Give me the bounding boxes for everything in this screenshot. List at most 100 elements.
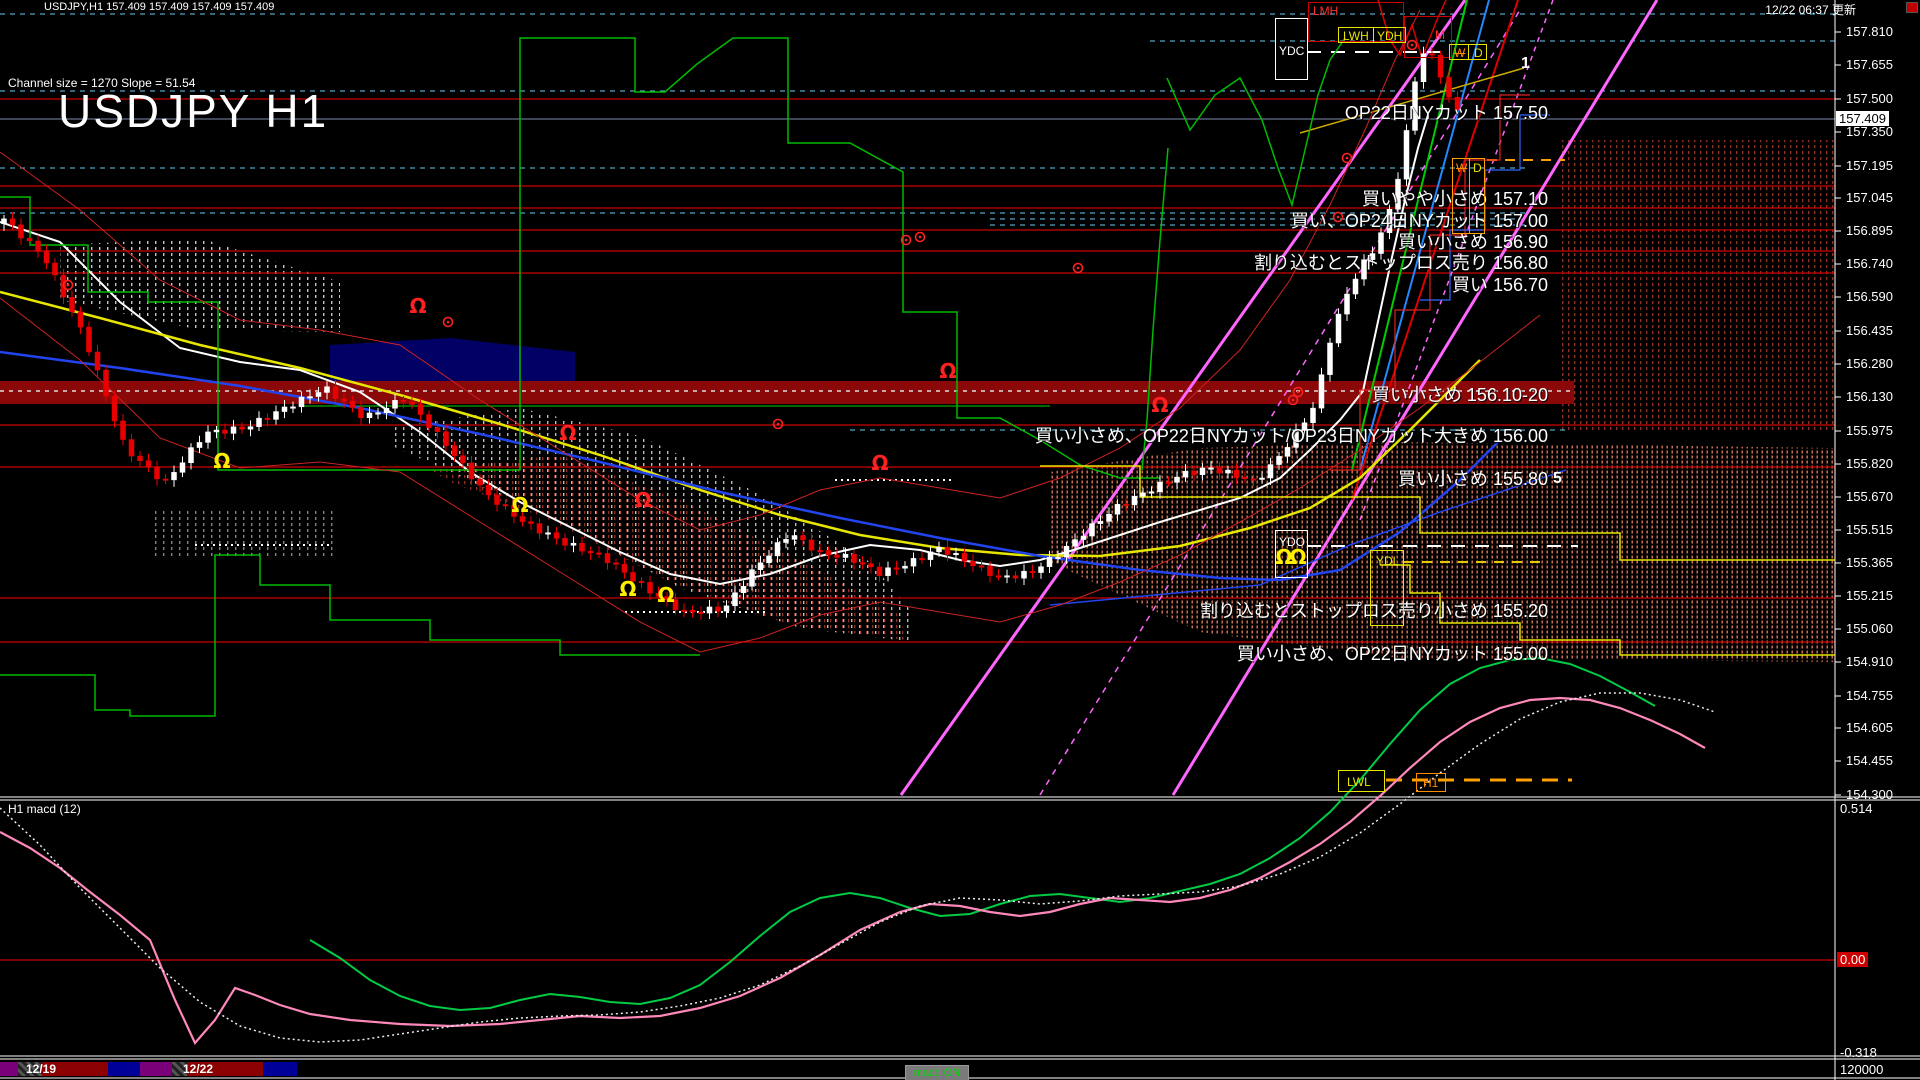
- symbol-quote: USDJPY,H1 157.409 157.409 157.409 157.40…: [44, 1, 274, 13]
- trendline-label: 5: [1553, 470, 1562, 488]
- pivot-box: H1: [1416, 773, 1446, 792]
- current-price-badge: 157.409: [1836, 111, 1889, 126]
- date-bar-segment: [140, 1062, 172, 1076]
- price-axis-label: 157.195: [1846, 158, 1893, 173]
- price-axis-label: 155.365: [1846, 555, 1893, 570]
- price-axis-label: 154.605: [1846, 720, 1893, 735]
- price-annotation: 買い小さめ 156.10-20: [1372, 381, 1548, 407]
- pivot-box-label: D: [1473, 162, 1482, 174]
- omega-buy-marker-icon: Ω: [511, 493, 528, 517]
- pivot-box-label: LWH: [1343, 30, 1369, 42]
- trading-chart-window: ΩΩΩΩΩΩΩΩΩΩΩΩ USDJPY,H1 157.409 157.409 1…: [0, 0, 1920, 1080]
- pivot-box-label: YDC: [1279, 45, 1304, 57]
- pivot-box: LWL: [1338, 770, 1385, 792]
- pivot-box-divider: [1373, 28, 1374, 42]
- macd-toggle-button[interactable]: macd ON: [905, 1065, 969, 1080]
- price-axis-label: 156.740: [1846, 256, 1893, 271]
- date-bar-segment: [108, 1062, 140, 1076]
- ring-marker-dot-icon: [905, 239, 908, 242]
- ring-marker-dot-icon: [447, 321, 450, 324]
- pivot-box-label: LMH: [1313, 5, 1338, 17]
- pivot-box-label: YDO: [1279, 536, 1305, 548]
- pivot-box: YDO: [1275, 530, 1308, 578]
- macd-line-line: [310, 658, 1655, 1010]
- pivot-box-label: LWL: [1347, 776, 1371, 788]
- omega-buy-marker-icon: Ω: [619, 577, 636, 601]
- omega-sell-marker-icon: Ω: [1151, 393, 1168, 417]
- pivot-box-label: YDH: [1377, 30, 1402, 42]
- pivot-box-label: M: [1435, 29, 1445, 41]
- date-label[interactable]: 12/19: [26, 1062, 56, 1076]
- omega-sell-marker-icon: Ω: [559, 421, 576, 445]
- price-axis-label: 157.045: [1846, 190, 1893, 205]
- price-axis-label: 155.060: [1846, 621, 1893, 636]
- date-bar-segment: [0, 1062, 18, 1076]
- pivot-box-divider: [1469, 159, 1470, 233]
- price-axis-label: 154.755: [1846, 688, 1893, 703]
- price-axis-label: 157.350: [1846, 124, 1893, 139]
- green-lower-line: [0, 555, 700, 716]
- price-axis-label: 156.280: [1846, 356, 1893, 371]
- price-axis-label: 155.515: [1846, 522, 1893, 537]
- ring-marker-dot-icon: [1292, 399, 1295, 402]
- price-axis-label: 155.670: [1846, 489, 1893, 504]
- pivot-box: YDL: [1370, 550, 1404, 626]
- pivot-box-divider: [1468, 45, 1469, 59]
- close-icon[interactable]: [1906, 2, 1918, 13]
- pivot-box: WD: [1449, 44, 1487, 60]
- omega-buy-marker-icon: Ω: [657, 583, 674, 607]
- ichimoku-cloud: [150, 508, 335, 558]
- price-axis-label: 156.435: [1846, 323, 1893, 338]
- indicator-label: H1 macd (12): [8, 802, 81, 816]
- green-zigzag-line: [1167, 38, 1345, 205]
- price-annotation: 買い小さめ 155.80: [1398, 465, 1548, 491]
- macd-zero-badge: 0.00: [1837, 952, 1868, 967]
- chart-canvas: ΩΩΩΩΩΩΩΩΩΩΩΩ: [0, 0, 1920, 1080]
- price-axis-label: 155.215: [1846, 588, 1893, 603]
- watermark-title: USDJPY H1: [58, 84, 328, 138]
- trendline-label: 1: [1521, 55, 1530, 73]
- price-axis-label: 157.810: [1846, 24, 1893, 39]
- pivot-box-label: W: [1456, 162, 1467, 174]
- ring-marker-dot-icon: [1346, 157, 1349, 160]
- omega-sell-marker-icon: Ω: [939, 359, 956, 383]
- omega-sell-marker-icon: Ω: [634, 488, 651, 512]
- ring-marker-dot-icon: [67, 284, 70, 287]
- omega-sell-marker-icon: Ω: [871, 451, 888, 475]
- pivot-box: YDC: [1275, 18, 1308, 80]
- price-axis-label: 154.455: [1846, 753, 1893, 768]
- macd-axis-bottom: -0.318: [1840, 1045, 1877, 1060]
- date-label[interactable]: 12/22: [183, 1062, 213, 1076]
- date-bar-segment: [263, 1062, 297, 1076]
- ring-marker-dot-icon: [777, 423, 780, 426]
- pivot-box-label: D: [1474, 47, 1483, 59]
- pivot-box: WD: [1452, 158, 1485, 234]
- ring-marker-dot-icon: [919, 236, 922, 239]
- pivot-box-label: YDL: [1376, 555, 1399, 567]
- update-timestamp: 12/22 06:37 更新: [1765, 1, 1856, 18]
- omega-sell-marker-icon: Ω: [409, 294, 426, 318]
- price-axis-label: 155.820: [1846, 456, 1893, 471]
- ring-marker-dot-icon: [1297, 391, 1300, 394]
- price-annotation: 買い 156.70: [1452, 271, 1548, 297]
- price-axis-label: 156.895: [1846, 223, 1893, 238]
- price-axis-label: 157.500: [1846, 91, 1893, 106]
- price-annotation: 買い小さめ、OP22日NYカット/OP23日NYカット大きめ 156.00: [1035, 422, 1548, 448]
- price-axis-label: 157.655: [1846, 57, 1893, 72]
- ichimoku-cloud: [1558, 140, 1835, 430]
- macd-dotted-white-line: [0, 693, 1715, 1042]
- pivot-box: LWH YDH: [1338, 27, 1406, 43]
- pivot-box-label: H1: [1423, 777, 1438, 789]
- price-axis-label: 156.590: [1846, 289, 1893, 304]
- channel-info: Channel size = 1270 Slope = 51.54: [8, 76, 195, 90]
- omega-buy-marker-icon: Ω: [213, 449, 230, 473]
- ring-marker-dot-icon: [1077, 267, 1080, 270]
- price-annotation: OP22日NYカット 157.50: [1345, 99, 1548, 125]
- price-annotation: 買い小さめ、OP22日NYカット 155.00: [1237, 640, 1548, 666]
- title-bar: USDJPY,H1 157.409 157.409 157.409 157.40…: [0, 0, 1920, 14]
- price-axis-label: 154.910: [1846, 654, 1893, 669]
- macd-signal-pink-line: [0, 698, 1705, 1043]
- volume-axis-label: 120000: [1840, 1062, 1883, 1077]
- pivot-box-label: W: [1454, 47, 1465, 59]
- price-axis-label: 155.975: [1846, 423, 1893, 438]
